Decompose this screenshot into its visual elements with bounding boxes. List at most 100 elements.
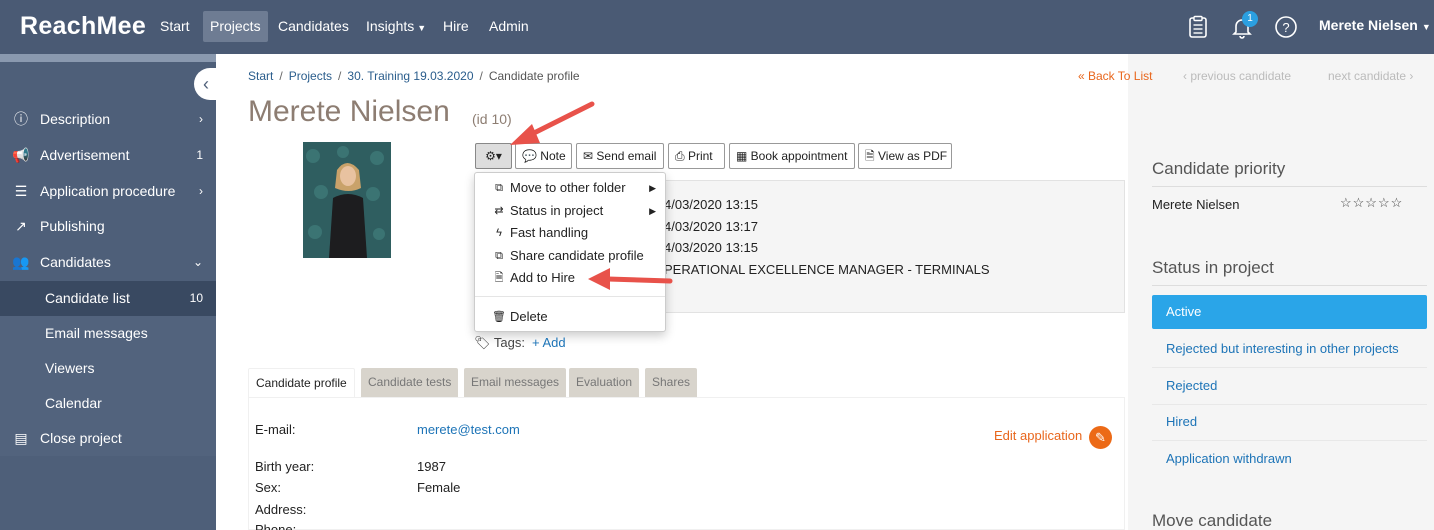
divider bbox=[1152, 186, 1427, 187]
megaphone-icon: 📢 bbox=[12, 147, 30, 163]
sidebar-item-viewers[interactable]: Viewers bbox=[0, 351, 216, 386]
caret-right-icon: ▶ bbox=[649, 206, 656, 216]
sidebar-item-count: 1 bbox=[196, 148, 203, 162]
sidebar-item-label: Close project bbox=[40, 430, 122, 446]
tab-evaluation[interactable]: Evaluation bbox=[569, 368, 640, 397]
sidebar-item-close-project[interactable]: ▤ Close project bbox=[0, 421, 216, 456]
sidebar-item-label: Email messages bbox=[45, 325, 148, 341]
next-candidate-link[interactable]: next candidate › bbox=[1328, 69, 1413, 83]
exchange-icon: ⇄ bbox=[494, 205, 504, 217]
candidate-priority-heading: Candidate priority bbox=[1152, 159, 1286, 178]
tab-shares[interactable]: Shares bbox=[645, 368, 698, 397]
note-button[interactable]: 💬 Note bbox=[515, 143, 572, 169]
nav-start[interactable]: Start bbox=[153, 11, 197, 42]
bolt-icon: ϟ bbox=[496, 227, 502, 239]
sidebar-item-application-procedure[interactable]: ☰ Application procedure › bbox=[0, 174, 216, 209]
birth-year-label: Birth year: bbox=[255, 459, 315, 474]
note-label: Note bbox=[540, 149, 566, 163]
app-logo[interactable]: ReachMee bbox=[20, 12, 146, 41]
divider bbox=[1152, 285, 1427, 286]
users-icon: 👥 bbox=[12, 254, 30, 270]
status-option-active[interactable]: Active bbox=[1152, 295, 1427, 329]
birth-year-value: 1987 bbox=[417, 459, 446, 474]
nav-insights-label: Insights bbox=[366, 18, 415, 34]
status-in-project-heading: Status in project bbox=[1152, 258, 1274, 277]
tab-candidate-profile[interactable]: Candidate profile bbox=[248, 368, 355, 397]
sidebar-item-publishing[interactable]: ↗ Publishing bbox=[0, 209, 216, 244]
add-tag-link[interactable]: + Add bbox=[532, 335, 566, 350]
book-appointment-label: Book appointment bbox=[750, 149, 848, 163]
status-option-rejected-interesting[interactable]: Rejected but interesting in other projec… bbox=[1152, 332, 1427, 366]
previous-candidate-link[interactable]: ‹ previous candidate bbox=[1183, 69, 1291, 83]
menu-item-move-to-other-folder[interactable]: ⧉ Move to other folder ▶ bbox=[475, 177, 665, 199]
print-button[interactable]: ⎙ Print bbox=[668, 143, 725, 169]
tags-icon: 🏷 bbox=[474, 335, 494, 350]
sidebar-item-label: Publishing bbox=[40, 218, 105, 234]
menu-item-fast-handling[interactable]: ϟ Fast handling bbox=[475, 222, 665, 244]
edit-application-button[interactable]: ✎ bbox=[1089, 426, 1112, 449]
actions-menu-button[interactable]: ⚙▾ bbox=[475, 143, 512, 169]
caret-down-icon: ▼ bbox=[1421, 22, 1431, 32]
priority-candidate-name: Merete Nielsen bbox=[1152, 197, 1240, 212]
candidate-name: Merete Nielsen bbox=[248, 95, 450, 128]
nav-insights[interactable]: Insights ▼ bbox=[359, 11, 433, 42]
nav-projects[interactable]: Projects bbox=[203, 11, 268, 42]
sidebar-item-candidates[interactable]: 👥 Candidates ⌄ bbox=[0, 245, 216, 280]
tab-email-messages[interactable]: Email messages bbox=[464, 368, 567, 397]
sidebar-item-email-messages[interactable]: Email messages bbox=[0, 316, 216, 351]
info-line: 4/03/2020 13:15 bbox=[664, 240, 758, 255]
menu-item-status-in-project[interactable]: ⇄ Status in project ▶ bbox=[475, 200, 665, 222]
nav-candidates[interactable]: Candidates bbox=[271, 11, 356, 42]
clipboard-icon[interactable] bbox=[1186, 15, 1210, 39]
breadcrumb-project[interactable]: 30. Training 19.03.2020 bbox=[347, 69, 473, 83]
edit-application-link[interactable]: Edit application bbox=[994, 428, 1082, 443]
nav-admin[interactable]: Admin bbox=[482, 11, 536, 42]
email-link[interactable]: merete@test.com bbox=[417, 422, 520, 437]
menu-item-add-to-hire[interactable]: 🗎 Add to Hire bbox=[475, 267, 665, 289]
send-email-button[interactable]: ✉ Send email bbox=[576, 143, 664, 169]
tags-label: 🏷 Tags: bbox=[474, 335, 525, 351]
actions-dropdown-menu: ⧉ Move to other folder ▶ ⇄ Status in pro… bbox=[474, 172, 666, 332]
nav-hire[interactable]: Hire bbox=[436, 11, 476, 42]
chevron-down-icon: ⌄ bbox=[192, 255, 203, 269]
menu-item-delete[interactable]: 🗑 Delete bbox=[475, 306, 665, 328]
candidate-photo bbox=[303, 142, 391, 258]
view-as-pdf-label: View as PDF bbox=[877, 149, 948, 163]
comment-icon: 💬 bbox=[522, 149, 541, 163]
email-label: E-mail: bbox=[255, 422, 296, 437]
book-appointment-button[interactable]: ▦ Book appointment bbox=[729, 143, 855, 169]
external-link-icon: ⧉ bbox=[495, 182, 503, 194]
sidebar-item-description[interactable]: ⓘ Description › bbox=[0, 102, 216, 137]
candidate-id: (id 10) bbox=[472, 111, 512, 127]
archive-icon: ▤ bbox=[14, 430, 28, 446]
status-option-hired[interactable]: Hired bbox=[1152, 405, 1427, 439]
trash-icon: 🗑 bbox=[492, 311, 506, 323]
back-to-list-link[interactable]: « Back To List bbox=[1078, 69, 1152, 83]
sidebar-collapse-button[interactable]: ‹ bbox=[194, 68, 224, 100]
send-email-label: Send email bbox=[596, 149, 657, 163]
tags-label-text: Tags: bbox=[493, 335, 525, 350]
tab-candidate-tests[interactable]: Candidate tests bbox=[361, 368, 459, 397]
info-line: PERATIONAL EXCELLENCE MANAGER - TERMINAL… bbox=[664, 262, 990, 277]
menu-item-share-candidate-profile[interactable]: ⧉ Share candidate profile bbox=[475, 245, 665, 267]
sidebar-item-label: Candidates bbox=[40, 254, 111, 270]
view-as-pdf-button[interactable]: 🗎 View as PDF bbox=[858, 143, 952, 169]
priority-star-rating[interactable]: ☆☆☆☆☆ bbox=[1340, 195, 1403, 211]
breadcrumb-start[interactable]: Start bbox=[248, 69, 273, 83]
breadcrumb-separator: / bbox=[479, 69, 483, 83]
breadcrumb: Start / Projects / 30. Training 19.03.2020 / C… bbox=[248, 69, 580, 83]
status-option-rejected[interactable]: Rejected bbox=[1152, 369, 1427, 403]
sidebar-item-label: Description bbox=[40, 111, 111, 127]
menu-item-label: Fast handling bbox=[510, 225, 589, 240]
breadcrumb-projects[interactable]: Projects bbox=[289, 69, 332, 83]
phone-label: Phone: bbox=[255, 522, 297, 530]
sidebar-item-label: Calendar bbox=[45, 395, 102, 411]
user-menu[interactable]: Merete Nielsen ▼ bbox=[1319, 17, 1431, 33]
sidebar-item-calendar[interactable]: Calendar bbox=[0, 386, 216, 421]
status-option-application-withdrawn[interactable]: Application withdrawn bbox=[1152, 442, 1427, 476]
help-icon[interactable]: ? bbox=[1274, 15, 1298, 39]
project-sidebar: ⓘ Description › 📢 Advertisement 1 ☰ Appl… bbox=[0, 54, 224, 530]
sidebar-item-candidate-list[interactable]: Candidate list 10 bbox=[0, 281, 216, 316]
sidebar-item-advertisement[interactable]: 📢 Advertisement 1 bbox=[0, 138, 216, 173]
list-icon: ☰ bbox=[14, 183, 28, 199]
